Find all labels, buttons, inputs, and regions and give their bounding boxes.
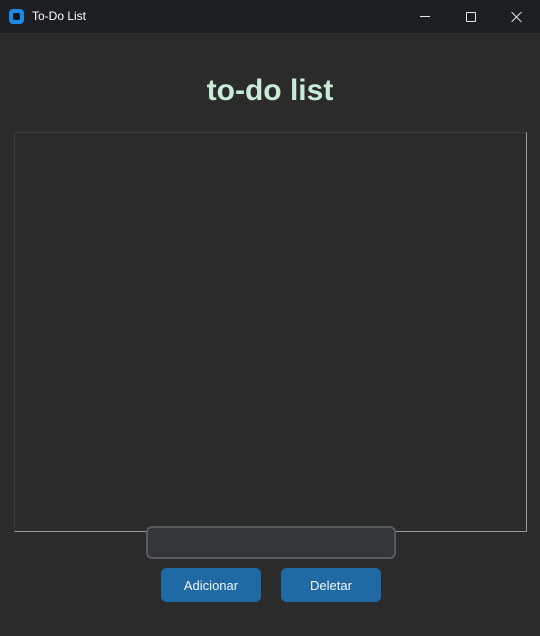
app-icon: [9, 9, 24, 24]
maximize-icon: [466, 11, 476, 22]
task-list[interactable]: [14, 132, 527, 532]
maximize-button[interactable]: [448, 0, 494, 33]
title-bar[interactable]: To-Do List: [0, 0, 540, 33]
add-button[interactable]: Adicionar: [161, 568, 261, 602]
task-input[interactable]: [146, 526, 396, 559]
delete-button[interactable]: Deletar: [281, 568, 381, 602]
close-icon: [511, 11, 523, 23]
close-button[interactable]: [494, 0, 540, 33]
minimize-icon: [420, 16, 430, 17]
page-title: to-do list: [206, 74, 334, 107]
minimize-button[interactable]: [402, 0, 448, 33]
window-title: To-Do List: [32, 9, 87, 23]
app-window: To-Do List to-do list Adicionar Deletar: [0, 0, 540, 636]
